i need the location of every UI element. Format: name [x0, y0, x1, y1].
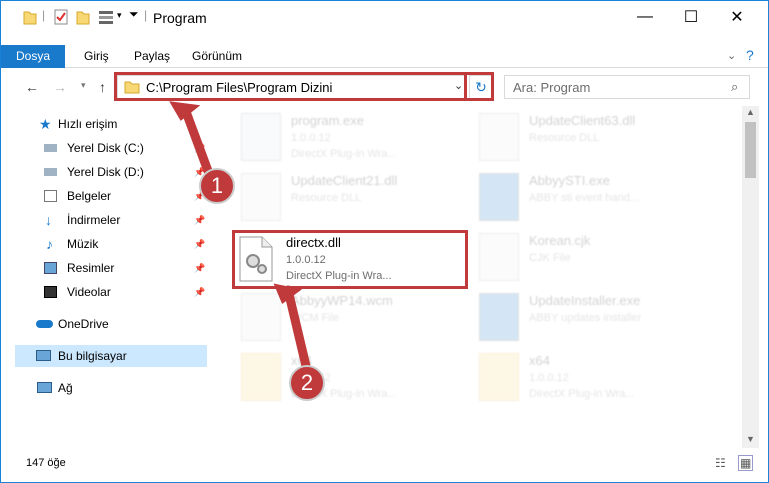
callout-1: 1 [199, 168, 235, 204]
item-count: 147 öğe [26, 457, 66, 469]
explorer-window: | ▾ ⏷ | Program — ☐ ✕ Dosya Giriş Paylaş… [0, 0, 769, 483]
status-bar: 147 öğe ☷ ▦ [1, 449, 768, 482]
tiles-view-icon[interactable]: ▦ [738, 455, 754, 471]
details-view-icon[interactable]: ☷ [715, 456, 726, 470]
callout-2: 2 [289, 365, 325, 401]
annotation-arrows [169, 101, 311, 371]
